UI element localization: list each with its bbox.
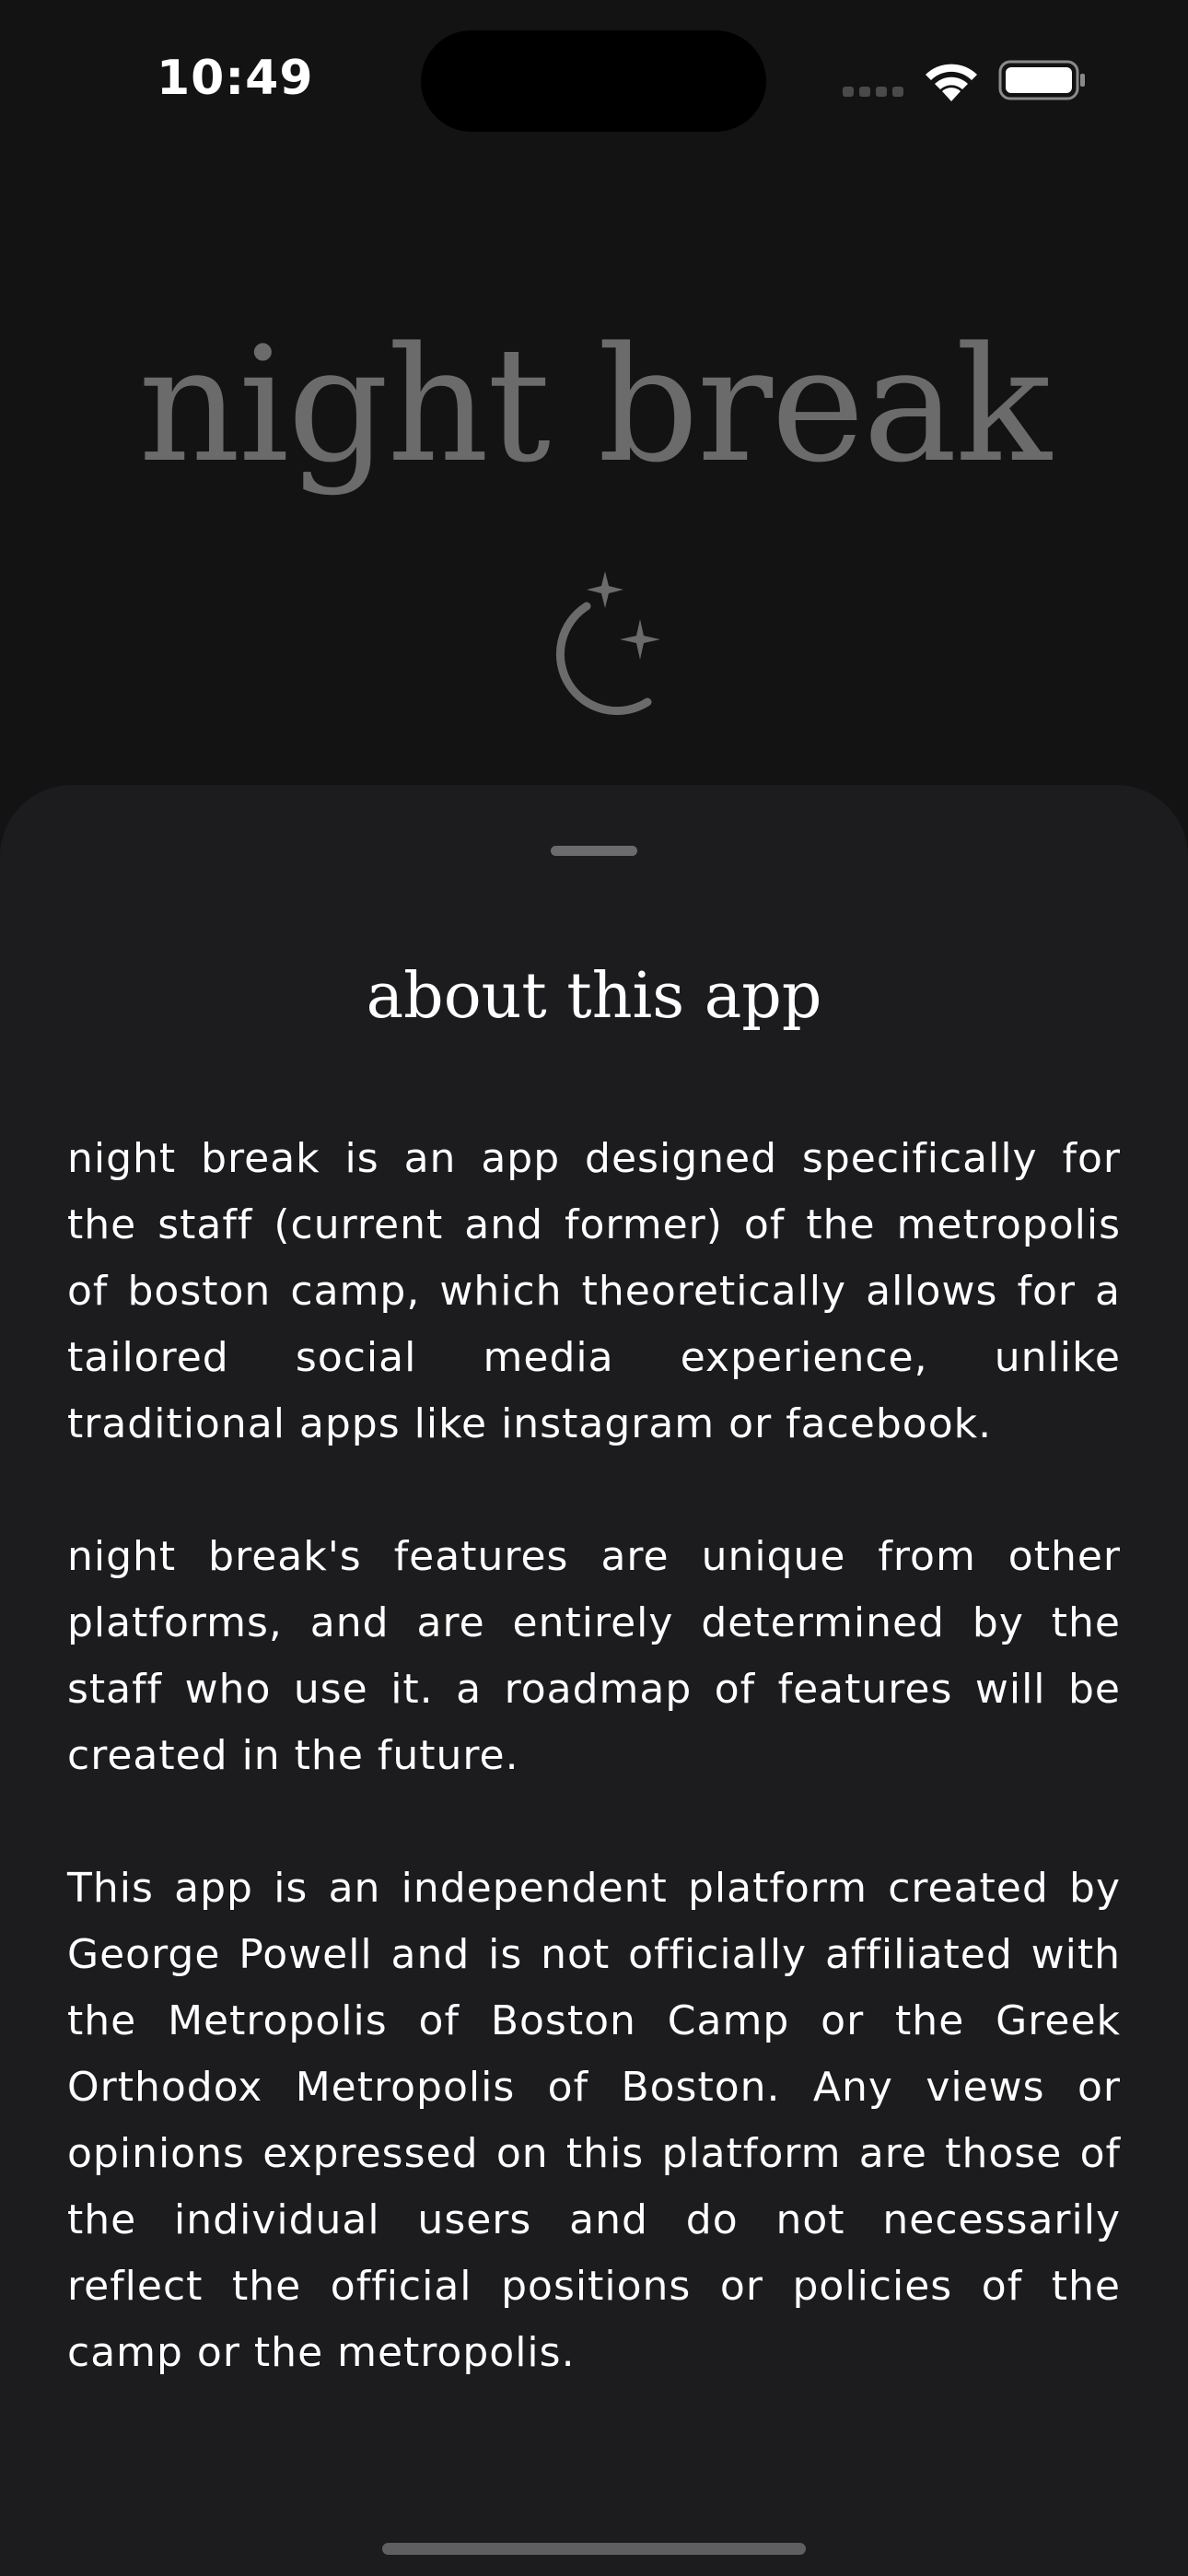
- about-text: night break is an app designed specifica…: [67, 1126, 1121, 2453]
- battery-icon: [998, 60, 1085, 100]
- app-title: night break: [138, 312, 1051, 498]
- moon-stars-icon: [555, 571, 660, 716]
- home-indicator[interactable]: [382, 2543, 806, 2555]
- dynamic-island: [421, 30, 766, 132]
- sheet-title: about this app: [366, 960, 822, 1033]
- about-sheet: about this app night break is an app des…: [0, 785, 1188, 2576]
- sheet-grabber[interactable]: [551, 846, 637, 856]
- status-time: 10:49: [157, 51, 314, 106]
- about-paragraph: This app is an independent platform crea…: [67, 1865, 1121, 2376]
- status-bar: 10:49: [0, 0, 1188, 157]
- cellular-signal-icon: [843, 87, 903, 97]
- about-paragraph: night break is an app designed specifica…: [67, 1135, 1121, 1447]
- wifi-icon: [926, 64, 977, 101]
- about-paragraph: night break's features are unique from o…: [67, 1533, 1121, 1779]
